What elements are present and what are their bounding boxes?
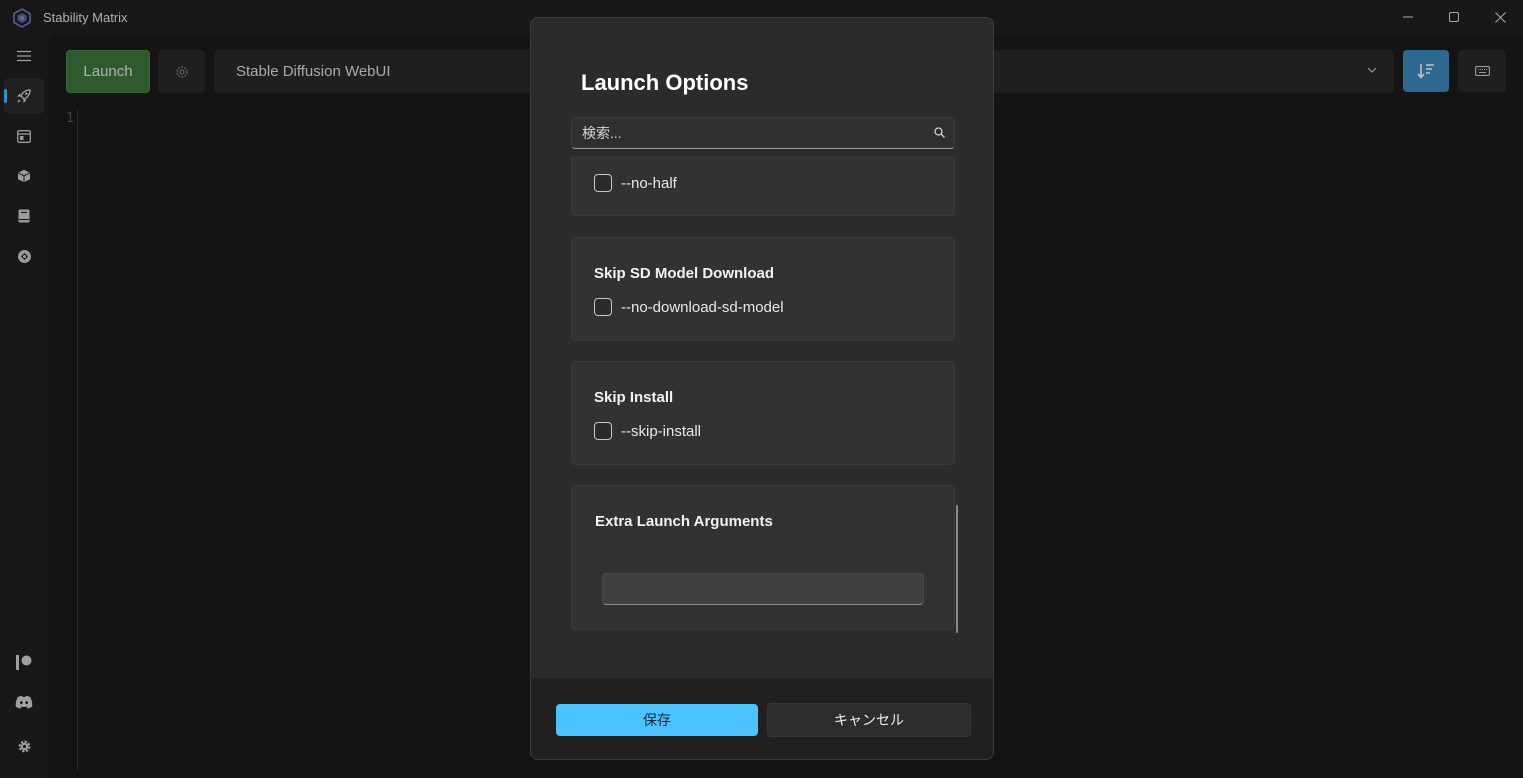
option-no-download-sd-model[interactable]: --no-download-sd-model — [594, 298, 784, 316]
option-no-half[interactable]: --no-half — [594, 174, 677, 192]
option-title: Skip Install — [594, 389, 674, 406]
search-input[interactable] — [582, 123, 922, 143]
cancel-button[interactable]: キャンセル — [767, 703, 971, 737]
search-field[interactable] — [571, 117, 955, 149]
option-skip-install[interactable]: --skip-install — [594, 422, 701, 440]
option-card-no-half: --no-half — [571, 156, 955, 216]
checkbox[interactable] — [594, 422, 612, 440]
option-flag-label: --skip-install — [621, 422, 702, 440]
checkbox[interactable] — [594, 298, 612, 316]
extra-arguments-input[interactable] — [602, 573, 924, 605]
launch-options-dialog: Launch Options --no-half Skip SD Model D… — [530, 17, 994, 760]
scrollbar[interactable] — [956, 505, 958, 633]
option-card-extra-arguments: Extra Launch Arguments — [571, 485, 955, 630]
dialog-title: Launch Options — [581, 70, 749, 95]
option-title: Skip SD Model Download — [594, 265, 775, 282]
search-icon — [934, 127, 945, 138]
option-title: Extra Launch Arguments — [595, 513, 773, 530]
save-button[interactable]: 保存 — [556, 704, 758, 736]
option-flag-label: --no-half — [621, 174, 677, 192]
option-card-skip-sd-model-download: Skip SD Model Download --no-download-sd-… — [571, 237, 955, 341]
dialog-footer: 保存 キャンセル — [531, 678, 993, 759]
option-flag-label: --no-download-sd-model — [621, 298, 784, 316]
option-card-skip-install: Skip Install --skip-install — [571, 361, 955, 465]
checkbox[interactable] — [594, 174, 612, 192]
